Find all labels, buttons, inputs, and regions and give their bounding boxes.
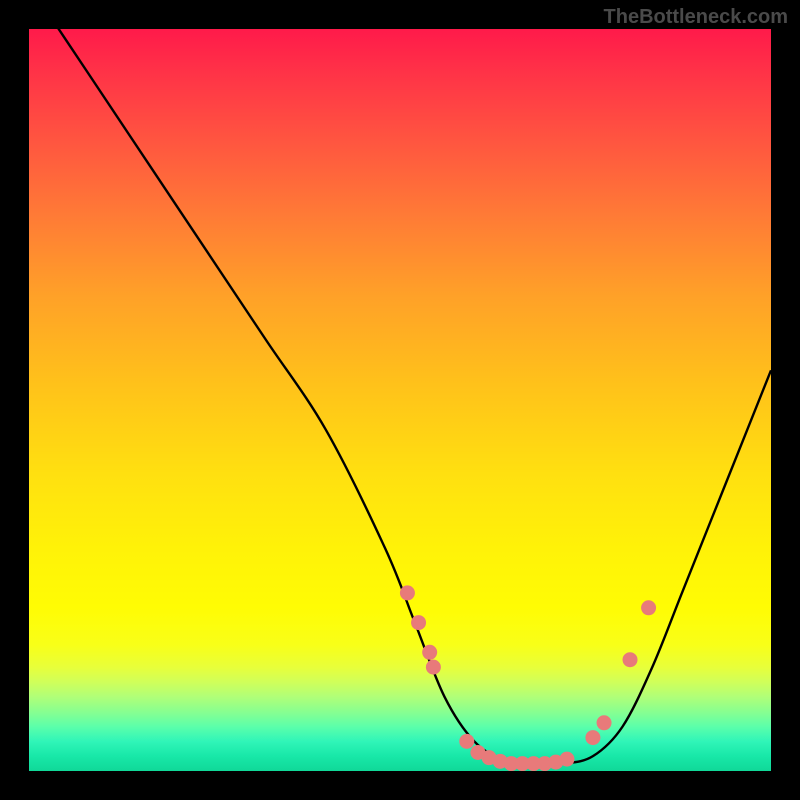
bottleneck-curve — [29, 29, 771, 764]
highlight-dot — [623, 652, 638, 667]
highlight-dot — [585, 730, 600, 745]
chart-container: TheBottleneck.com — [0, 0, 800, 800]
watermark-text: TheBottleneck.com — [604, 6, 788, 29]
highlight-dot — [411, 615, 426, 630]
highlight-dot — [400, 585, 415, 600]
curve-svg — [29, 29, 771, 771]
highlight-markers — [400, 585, 656, 771]
highlight-dot — [422, 645, 437, 660]
highlight-dot — [597, 715, 612, 730]
curve-line — [29, 29, 771, 764]
highlight-dot — [641, 600, 656, 615]
highlight-dot — [426, 660, 441, 675]
highlight-dot — [459, 734, 474, 749]
plot-area — [29, 29, 771, 771]
highlight-dot — [559, 752, 574, 767]
